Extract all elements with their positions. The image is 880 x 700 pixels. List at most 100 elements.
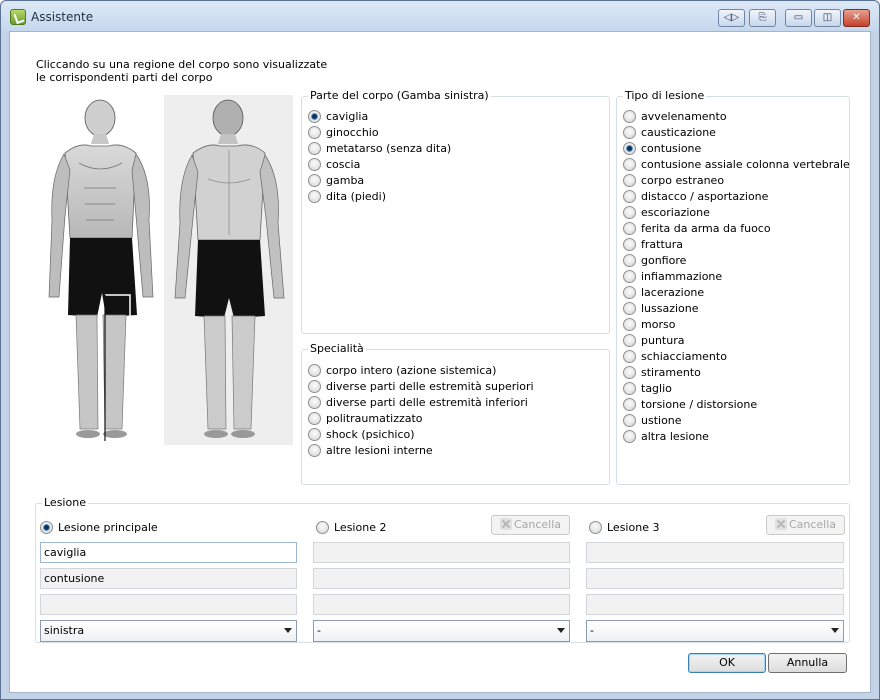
lesion-type-option[interactable]: distacco / asportazione xyxy=(623,188,768,204)
lesion-type-option[interactable]: gonfiore xyxy=(623,252,686,268)
radio-selected-icon[interactable] xyxy=(623,141,636,155)
radio-icon[interactable] xyxy=(308,395,321,409)
minimize-icon[interactable]: ▭ xyxy=(785,9,812,27)
lesion-3-radio[interactable]: Lesione 3 xyxy=(589,519,659,535)
lesion-type-option[interactable]: infiammazione xyxy=(623,268,722,284)
radio-icon[interactable] xyxy=(623,365,636,379)
body-part-option[interactable]: gamba xyxy=(308,172,364,188)
lesion-type-option[interactable]: morso xyxy=(623,316,675,332)
lesion-2-cancel-button[interactable]: Cancella xyxy=(491,515,570,535)
body-map-svg[interactable] xyxy=(36,95,293,445)
lesion-2-field-3[interactable] xyxy=(313,594,570,615)
ok-button[interactable]: OK xyxy=(688,653,766,673)
main-lesion-radio[interactable]: Lesione principale xyxy=(40,519,158,535)
specialita-option[interactable]: diverse parti delle estremità inferiori xyxy=(308,394,528,410)
lesion-3-field-2[interactable] xyxy=(586,568,844,589)
lesion-type-option[interactable]: contusione assiale colonna vertebrale xyxy=(623,156,850,172)
radio-icon[interactable] xyxy=(308,157,321,171)
radio-icon[interactable] xyxy=(623,189,636,203)
radio-icon[interactable] xyxy=(623,413,636,427)
lesion-3-field-3[interactable] xyxy=(586,594,844,615)
lesion-type-option[interactable]: frattura xyxy=(623,236,683,252)
radio-icon[interactable] xyxy=(308,427,321,441)
radio-selected-icon[interactable] xyxy=(308,109,321,123)
radio-icon[interactable] xyxy=(308,173,321,187)
body-part-title: Parte del corpo (Gamba sinistra) xyxy=(308,89,491,102)
radio-icon[interactable] xyxy=(308,141,321,155)
radio-icon[interactable] xyxy=(623,173,636,187)
body-part-option[interactable]: ginocchio xyxy=(308,124,379,140)
body-map-image[interactable] xyxy=(36,95,293,445)
radio-icon[interactable] xyxy=(308,189,321,203)
specialita-option[interactable]: diverse parti delle estremità superiori xyxy=(308,378,534,394)
lesion-2-radio[interactable]: Lesione 2 xyxy=(316,519,386,535)
lesion-3-field-1[interactable] xyxy=(586,542,844,563)
dropdown-arrow-icon xyxy=(557,628,565,633)
body-part-option[interactable]: dita (piedi) xyxy=(308,188,386,204)
lesion-type-option[interactable]: puntura xyxy=(623,332,684,348)
radio-selected-icon[interactable] xyxy=(40,520,53,534)
radio-icon[interactable] xyxy=(623,317,636,331)
lesion-type-option[interactable]: contusione xyxy=(623,140,701,156)
lesion-type-option[interactable]: avvelenamento xyxy=(623,108,727,124)
radio-icon[interactable] xyxy=(623,301,636,315)
lesion-3-side-select[interactable]: - xyxy=(586,620,844,642)
radio-icon[interactable] xyxy=(308,411,321,425)
lesion-3-cancel-button[interactable]: Cancella xyxy=(766,515,845,535)
dropdown-arrow-icon xyxy=(284,628,292,633)
main-lesion-type-field[interactable]: contusione xyxy=(40,568,297,589)
radio-icon[interactable] xyxy=(623,157,636,171)
radio-icon[interactable] xyxy=(589,520,602,534)
body-part-option[interactable]: caviglia xyxy=(308,108,368,124)
radio-icon[interactable] xyxy=(623,125,636,139)
specialita-option[interactable]: shock (psichico) xyxy=(308,426,415,442)
radio-icon[interactable] xyxy=(623,269,636,283)
radio-icon[interactable] xyxy=(623,205,636,219)
lesion-type-option[interactable]: lussazione xyxy=(623,300,699,316)
print-icon[interactable]: ⎘ xyxy=(749,9,776,27)
close-icon[interactable]: ✕ xyxy=(843,9,870,27)
radio-icon[interactable] xyxy=(308,443,321,457)
radio-icon[interactable] xyxy=(623,237,636,251)
navigate-icon[interactable]: ◁▷ xyxy=(718,9,745,27)
lesion-type-option[interactable]: schiacciamento xyxy=(623,348,727,364)
lesion-2-field-2[interactable] xyxy=(313,568,570,589)
radio-icon[interactable] xyxy=(623,429,636,443)
lesion-type-option[interactable]: taglio xyxy=(623,380,672,396)
body-part-option[interactable]: coscia xyxy=(308,156,360,172)
radio-icon[interactable] xyxy=(623,285,636,299)
lesion-2-field-1[interactable] xyxy=(313,542,570,563)
radio-icon[interactable] xyxy=(623,349,636,363)
cancel-button[interactable]: Annulla xyxy=(768,653,847,673)
radio-icon[interactable] xyxy=(623,333,636,347)
main-lesion-extra-field[interactable] xyxy=(40,594,297,615)
radio-icon[interactable] xyxy=(623,221,636,235)
radio-icon[interactable] xyxy=(623,397,636,411)
body-part-option[interactable]: metatarso (senza dita) xyxy=(308,140,451,156)
radio-icon[interactable] xyxy=(308,379,321,393)
lesion-type-option[interactable]: causticazione xyxy=(623,124,716,140)
lesion-type-option[interactable]: stiramento xyxy=(623,364,701,380)
lesion-type-option[interactable]: lacerazione xyxy=(623,284,704,300)
specialita-option[interactable]: politraumatizzato xyxy=(308,410,423,426)
radio-icon[interactable] xyxy=(623,253,636,267)
lesion-type-option[interactable]: escoriazione xyxy=(623,204,710,220)
main-lesion-body-part-field[interactable]: caviglia xyxy=(40,542,297,563)
lesion-2-side-select[interactable]: - xyxy=(313,620,570,642)
lesion-type-option[interactable]: torsione / distorsione xyxy=(623,396,757,412)
main-lesion-side-select[interactable]: sinistra xyxy=(40,620,297,642)
radio-icon[interactable] xyxy=(316,520,329,534)
lesion-type-option[interactable]: ustione xyxy=(623,412,682,428)
radio-icon[interactable] xyxy=(308,363,321,377)
lesion-type-option[interactable]: ferita da arma da fuoco xyxy=(623,220,771,236)
radio-icon[interactable] xyxy=(308,125,321,139)
maximize-icon[interactable]: ◫ xyxy=(814,9,841,27)
specialita-option[interactable]: altre lesioni interne xyxy=(308,442,433,458)
title-bar[interactable]: Assistente ◁▷ ⎘ ▭ ◫ ✕ xyxy=(1,1,879,31)
specialita-group: Specialità corpo intero (azione sistemic… xyxy=(301,342,610,485)
radio-icon[interactable] xyxy=(623,109,636,123)
specialita-option[interactable]: corpo intero (azione sistemica) xyxy=(308,362,496,378)
radio-icon[interactable] xyxy=(623,381,636,395)
lesion-type-option[interactable]: altra lesione xyxy=(623,428,709,444)
lesion-type-option[interactable]: corpo estraneo xyxy=(623,172,724,188)
